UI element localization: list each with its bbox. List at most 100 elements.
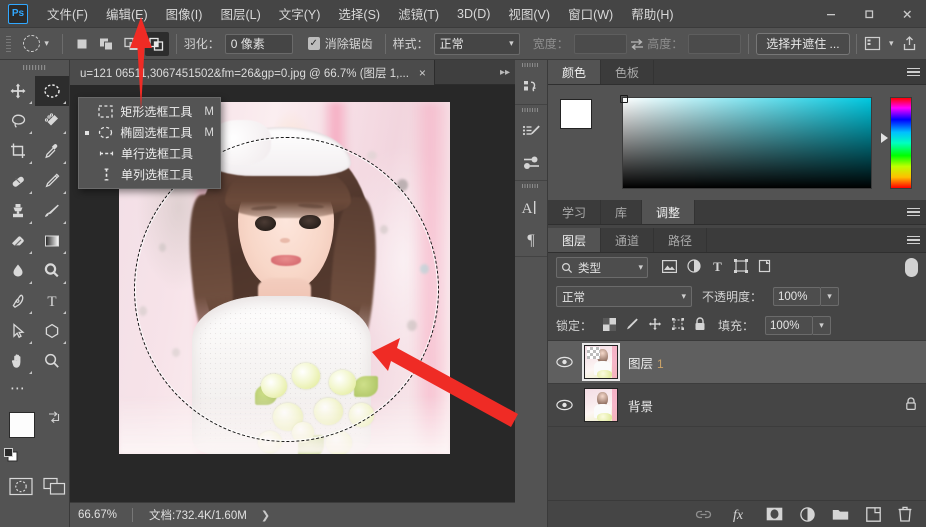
style-select[interactable]: 正常 ▾	[433, 32, 520, 55]
history-brush-tool[interactable]	[35, 196, 69, 226]
hue-slider[interactable]	[890, 97, 912, 189]
character-panel-icon[interactable]: A	[515, 192, 547, 223]
chevron-down-icon[interactable]: ▾	[889, 38, 894, 49]
menu-item-rectangular-marquee[interactable]: 矩形选框工具 M	[79, 101, 220, 122]
chevron-right-icon[interactable]: ❯	[261, 509, 270, 522]
layer-row-layer1[interactable]: 图层 1	[548, 341, 926, 384]
pen-tool[interactable]	[1, 286, 35, 316]
layer-style-fx-icon[interactable]: fx	[729, 506, 749, 522]
tab-learn[interactable]: 学习	[548, 200, 602, 224]
clone-stamp-tool[interactable]	[1, 196, 35, 226]
tab-adjustments[interactable]: 调整	[642, 200, 696, 224]
shape-tool[interactable]	[35, 316, 69, 346]
feather-input[interactable]: 0 像素	[224, 33, 293, 54]
blend-mode-select[interactable]: 正常 ▾	[556, 286, 692, 307]
foreground-color-swatch[interactable]	[9, 412, 35, 438]
lasso-tool[interactable]	[1, 106, 35, 136]
color-picker-field[interactable]	[620, 95, 872, 189]
spot-healing-brush-tool[interactable]	[1, 166, 35, 196]
layer-thumbnail[interactable]	[584, 388, 618, 422]
dock-grip[interactable]	[515, 105, 547, 116]
eyedropper-tool[interactable]	[35, 136, 69, 166]
tab-paths[interactable]: 路径	[654, 228, 708, 252]
filter-smart-object-icon[interactable]	[758, 259, 771, 276]
lock-image-pixels-icon[interactable]	[625, 317, 639, 334]
layer-visibility-toggle[interactable]	[554, 399, 574, 411]
filter-shape-icon[interactable]	[734, 259, 748, 276]
panel-menu-icon[interactable]	[900, 200, 926, 224]
gradient-tool[interactable]	[35, 226, 69, 256]
filter-type-icon[interactable]: T	[711, 259, 724, 276]
menu-item-single-column-marquee[interactable]: 单列选框工具	[79, 164, 220, 185]
menu-file[interactable]: 文件(F)	[38, 0, 97, 27]
menu-help[interactable]: 帮助(H)	[622, 0, 682, 27]
dock-grip[interactable]	[515, 60, 547, 71]
new-layer-icon[interactable]	[866, 506, 881, 522]
swap-colors-icon[interactable]	[47, 410, 61, 426]
layer-row-background[interactable]: 背景	[548, 384, 926, 427]
filter-pixel-icon[interactable]	[662, 259, 678, 276]
intersect-with-selection-button[interactable]	[144, 31, 169, 56]
filter-adjustment-icon[interactable]	[687, 259, 701, 276]
add-to-selection-button[interactable]	[95, 32, 119, 56]
hand-tool[interactable]	[1, 346, 35, 376]
tab-layers[interactable]: 图层	[548, 228, 602, 252]
share-export-icon[interactable]	[900, 33, 921, 55]
menu-layer[interactable]: 图层(L)	[211, 0, 269, 27]
tools-panel-grip[interactable]	[0, 62, 69, 74]
maximize-icon[interactable]	[850, 0, 888, 28]
menu-view[interactable]: 视图(V)	[499, 0, 559, 27]
current-tool-preset[interactable]: ▾	[17, 35, 55, 52]
new-selection-button[interactable]	[70, 32, 94, 56]
add-layer-mask-icon[interactable]	[766, 507, 783, 521]
lock-transparent-pixels-icon[interactable]	[603, 317, 617, 334]
minimize-icon[interactable]	[812, 0, 850, 28]
menu-item-single-row-marquee[interactable]: 单行选框工具	[79, 143, 220, 164]
type-tool[interactable]: T	[35, 286, 69, 316]
dodge-tool[interactable]	[35, 256, 69, 286]
new-group-icon[interactable]	[832, 507, 849, 521]
history-panel-icon[interactable]	[515, 71, 547, 102]
menu-window[interactable]: 窗口(W)	[559, 0, 622, 27]
tab-overflow-arrows[interactable]: ▸▸	[500, 60, 515, 84]
opacity-stepper[interactable]: ▾	[821, 287, 840, 306]
move-tool[interactable]	[1, 76, 35, 106]
delete-layer-icon[interactable]	[898, 506, 912, 522]
tab-color[interactable]: 颜色	[548, 60, 602, 84]
layer-filter-type-select[interactable]: 类型 ▾	[556, 257, 648, 278]
menu-image[interactable]: 图像(I)	[157, 0, 212, 27]
brush-settings-icon[interactable]	[515, 116, 547, 147]
layer-thumbnail[interactable]	[582, 343, 620, 381]
workspace-icon[interactable]	[862, 33, 883, 55]
tab-swatches[interactable]: 色板	[601, 60, 655, 84]
panel-menu-icon[interactable]	[900, 228, 926, 252]
blur-tool[interactable]	[1, 256, 35, 286]
close-icon[interactable]	[888, 0, 926, 28]
lock-artboard-icon[interactable]	[671, 317, 685, 334]
menu-3d[interactable]: 3D(D)	[448, 3, 499, 25]
tab-libraries[interactable]: 库	[601, 200, 643, 224]
select-and-mask-button[interactable]: 选择并遮住 ...	[756, 32, 850, 55]
eraser-tool[interactable]	[1, 226, 35, 256]
path-selection-tool[interactable]	[1, 316, 35, 346]
menu-select[interactable]: 选择(S)	[329, 0, 389, 27]
lock-position-icon[interactable]	[648, 317, 662, 334]
antialias-checkbox[interactable]: ✓	[307, 37, 320, 50]
tab-channels[interactable]: 通道	[601, 228, 655, 252]
fill-value[interactable]: 100%	[765, 316, 814, 335]
menu-type[interactable]: 文字(Y)	[270, 0, 330, 27]
swap-arrows-icon[interactable]	[627, 33, 648, 55]
zoom-tool[interactable]	[35, 346, 69, 376]
screen-mode-icon[interactable]	[42, 474, 68, 498]
zoom-level[interactable]: 66.67%	[70, 509, 132, 521]
edit-toolbar-button[interactable]: ⋯	[1, 376, 35, 402]
width-input[interactable]	[573, 33, 627, 54]
link-layers-icon[interactable]	[695, 508, 712, 521]
paragraph-panel-icon[interactable]: ¶	[515, 223, 547, 254]
layer-visibility-toggle[interactable]	[554, 356, 574, 368]
menu-item-elliptical-marquee[interactable]: 椭圆选框工具 M	[79, 122, 220, 143]
document-tab[interactable]: u=121 06511,3067451502&fm=26&gp=0.jpg @ …	[70, 60, 435, 85]
menu-edit[interactable]: 编辑(E)	[97, 0, 157, 27]
brush-presets-icon[interactable]	[515, 147, 547, 178]
fill-stepper[interactable]: ▾	[813, 316, 832, 335]
